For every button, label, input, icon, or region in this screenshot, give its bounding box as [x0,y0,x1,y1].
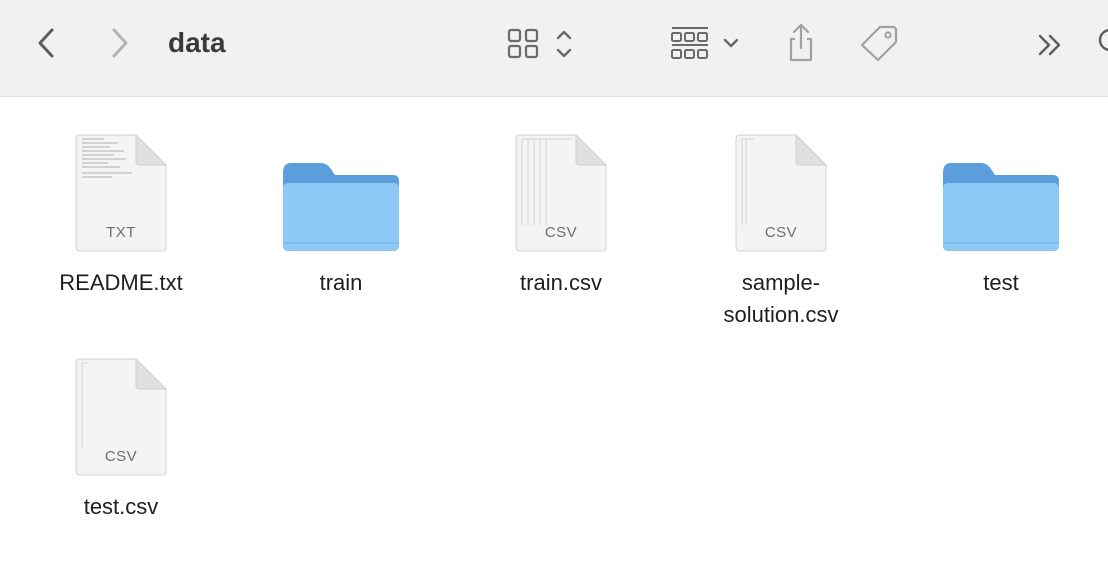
file-extension-label: CSV [544,224,578,241]
tag-icon [860,25,898,62]
group-by-button[interactable] [664,22,746,64]
file-item-test-csv[interactable]: CSV test.csv [26,347,216,523]
file-item-readme[interactable]: TXT README.txt [26,123,216,299]
more-toolbar-button[interactable] [1030,24,1070,66]
chevron-right-icon [112,28,128,58]
toolbar: data [0,0,1108,97]
icon-grid-view-icon [507,28,572,59]
search-button[interactable] [1090,22,1108,64]
file-item-train-csv[interactable]: CSV train.csv [466,123,656,299]
file-name: test.csv [83,494,159,519]
view-mode-button[interactable] [500,22,582,64]
file-item-test-folder[interactable]: test [906,123,1096,299]
file-item-train-folder[interactable]: train [246,123,436,299]
window-title: data [168,27,226,58]
csv-document-icon: CSV [496,123,626,253]
double-chevron-right-icon [1038,34,1061,56]
file-extension-label: TXT [106,224,136,241]
forward-button[interactable] [102,22,136,64]
file-extension-label: CSV [764,224,798,241]
file-name: README.txt [59,270,183,295]
file-extension-label: CSV [104,448,138,465]
tag-button[interactable] [856,20,902,66]
file-name: train [319,270,363,295]
chevron-left-icon [38,28,54,58]
file-name: sample-solution.csv [723,270,839,327]
csv-document-icon: CSV [56,347,186,477]
finder-window: data TXT README.txt train CSV train.csv … [0,0,1108,572]
search-icon [1098,28,1108,52]
share-button[interactable] [780,20,822,66]
file-item-sample-solution-csv[interactable]: CSV sample-solution.csv [686,123,876,331]
group-by-icon [671,27,739,59]
file-name: test [983,270,1019,295]
back-button[interactable] [30,22,64,64]
share-icon [789,23,813,62]
csv-document-icon: CSV [716,123,846,253]
file-grid: TXT README.txt train CSV train.csv CSV s… [0,97,1108,572]
folder-icon [276,123,406,253]
folder-icon [936,123,1066,253]
file-name: train.csv [520,270,602,295]
txt-document-icon: TXT [56,123,186,253]
